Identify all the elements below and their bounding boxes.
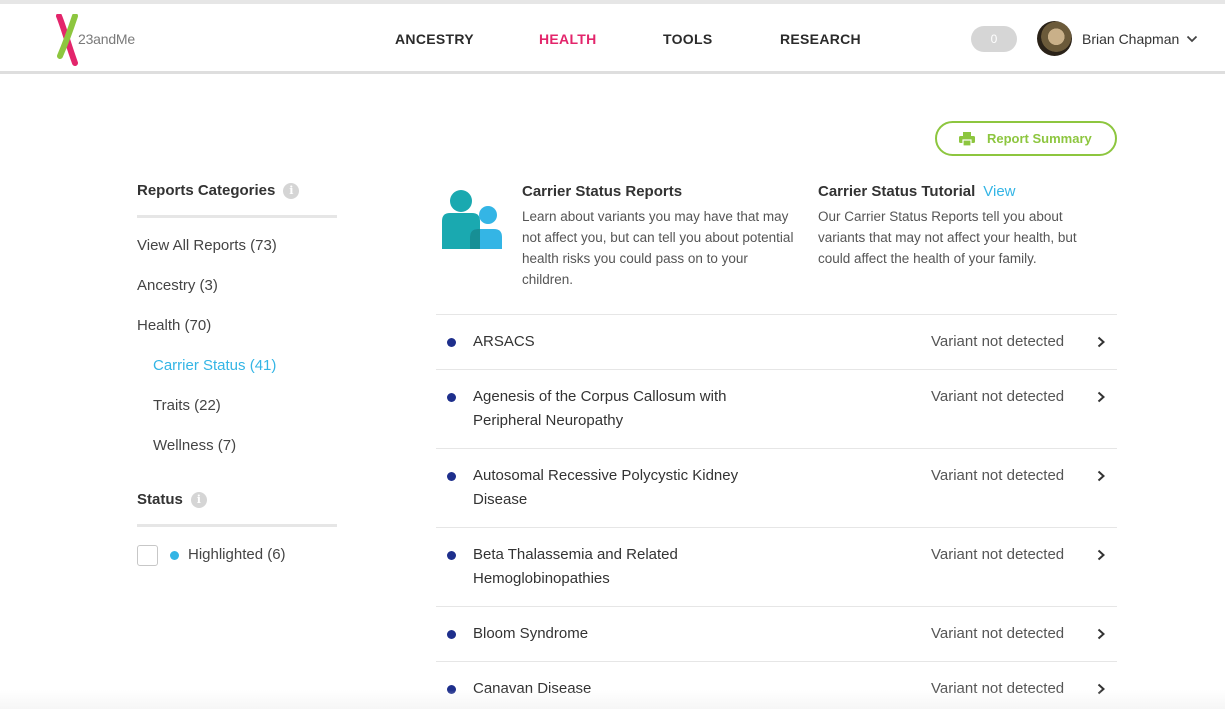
chevron-right-icon: [1097, 470, 1105, 482]
report-status: Variant not detected: [931, 546, 1065, 563]
bullet-icon: [447, 472, 456, 481]
highlight-dot-icon: [170, 551, 179, 560]
category-ancestry[interactable]: Ancestry (3): [137, 277, 218, 294]
info-icon[interactable]: i: [190, 492, 207, 508]
carrier-status-reports-title: Carrier Status Reports: [522, 183, 683, 200]
info-icon[interactable]: i: [283, 183, 300, 199]
bottom-fade: [0, 690, 1225, 709]
tutorial-view-link[interactable]: View: [983, 183, 1015, 200]
category-traits[interactable]: Traits (22): [153, 397, 221, 414]
chevron-down-icon[interactable]: [1186, 33, 1198, 45]
highlighted-filter-label[interactable]: Highlighted (6): [188, 546, 286, 563]
category-view-all-reports[interactable]: View All Reports (73): [137, 237, 277, 254]
chevron-right-icon: [1097, 628, 1105, 640]
reports-categories-heading: Reports Categories i: [137, 182, 300, 199]
printer-icon: [959, 132, 975, 146]
avatar[interactable]: [1037, 21, 1072, 56]
user-name[interactable]: Brian Chapman: [1082, 31, 1179, 47]
carrier-status-reports-description: Learn about variants you may have that m…: [522, 209, 794, 287]
notification-badge[interactable]: 0: [971, 26, 1017, 52]
divider: [137, 215, 337, 218]
category-health[interactable]: Health (70): [137, 317, 211, 334]
tutorial-description: Our Carrier Status Reports tell you abou…: [818, 209, 1077, 266]
report-status: Variant not detected: [931, 333, 1065, 350]
report-row[interactable]: Agenesis of the Corpus Callosum with Per…: [436, 369, 1117, 448]
report-row[interactable]: ARSACS Variant not detected: [436, 314, 1117, 369]
chevron-right-icon: [1097, 391, 1105, 403]
nav-ancestry[interactable]: ANCESTRY: [395, 31, 474, 47]
reports-categories-title: Reports Categories: [137, 182, 276, 199]
status-heading: Status i: [137, 491, 207, 508]
nav-research[interactable]: RESEARCH: [780, 31, 861, 47]
top-nav-bar: 23andMe ANCESTRY HEALTH TOOLS RESEARCH 0…: [0, 4, 1225, 74]
highlighted-checkbox[interactable]: [137, 545, 158, 566]
report-summary-button[interactable]: Report Summary: [935, 121, 1117, 156]
logo-text: 23andMe: [78, 31, 135, 47]
report-name: Autosomal Recessive Polycystic Kidney Di…: [473, 467, 739, 508]
report-status: Variant not detected: [931, 467, 1065, 484]
bullet-icon: [447, 630, 456, 639]
bullet-icon: [447, 393, 456, 402]
category-carrier-status[interactable]: Carrier Status (41): [153, 357, 276, 374]
people-icon: [442, 190, 502, 249]
report-row[interactable]: Bloom Syndrome Variant not detected: [436, 606, 1117, 661]
logo[interactable]: 23andMe: [56, 13, 156, 66]
divider: [137, 524, 337, 527]
report-status: Variant not detected: [931, 625, 1065, 642]
report-row[interactable]: Autosomal Recessive Polycystic Kidney Di…: [436, 448, 1117, 527]
report-name: Beta Thalassemia and Related Hemoglobino…: [473, 546, 678, 587]
chevron-right-icon: [1097, 336, 1105, 348]
report-summary-label: Report Summary: [987, 131, 1092, 146]
nav-health[interactable]: HEALTH: [539, 31, 597, 47]
bullet-icon: [447, 551, 456, 560]
tutorial-title: Carrier Status Tutorial: [818, 183, 976, 200]
report-status: Variant not detected: [931, 388, 1065, 405]
report-name: Bloom Syndrome: [473, 625, 589, 642]
status-title: Status: [137, 491, 183, 508]
report-row[interactable]: Beta Thalassemia and Related Hemoglobino…: [436, 527, 1117, 606]
nav-tools[interactable]: TOOLS: [663, 31, 712, 47]
report-name: Agenesis of the Corpus Callosum with Per…: [473, 388, 727, 429]
report-name: ARSACS: [473, 333, 535, 350]
category-wellness[interactable]: Wellness (7): [153, 437, 236, 454]
chevron-right-icon: [1097, 549, 1105, 561]
tutorial-heading: Carrier Status Tutorial View: [818, 183, 1016, 200]
bullet-icon: [447, 338, 456, 347]
